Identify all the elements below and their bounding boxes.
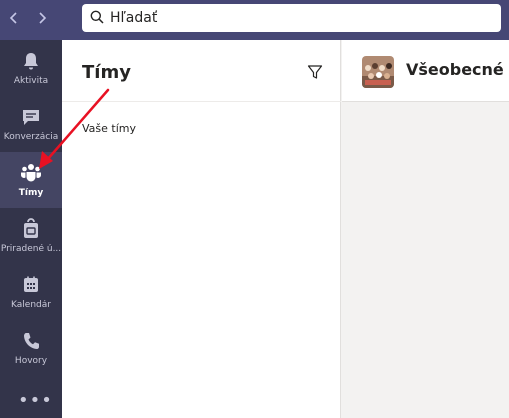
team-avatar[interactable] xyxy=(362,56,394,88)
chevron-right-icon xyxy=(39,12,47,24)
search-icon xyxy=(90,10,104,24)
page-title: Tímy xyxy=(82,62,131,83)
chevron-left-icon xyxy=(9,12,17,24)
bell-icon xyxy=(24,53,38,70)
chat-icon xyxy=(23,110,39,125)
search-input[interactable]: Hľadať xyxy=(82,4,501,32)
team-photo-icon xyxy=(362,56,394,88)
teams-icon xyxy=(21,164,41,182)
channel-view: Všeobecné xyxy=(342,40,509,418)
channel-header: Všeobecné xyxy=(342,40,509,102)
rail-item-label: Konverzácia xyxy=(3,132,59,142)
calendar-icon xyxy=(24,276,38,292)
more-apps-button[interactable]: ••• xyxy=(18,392,52,414)
top-bar: Hľadať xyxy=(0,0,509,40)
rail-item-label: Hovory xyxy=(14,356,48,366)
rail-item-calls[interactable]: Hovory xyxy=(0,320,62,376)
rail-item-chat[interactable]: Konverzácia xyxy=(0,96,62,152)
phone-icon xyxy=(24,333,39,349)
rail-item-calendar[interactable]: Kalendár xyxy=(0,264,62,320)
app-bar: Aktivita Konverzácia Tímy Priradené ú...… xyxy=(0,40,62,418)
forward-button[interactable] xyxy=(33,9,51,27)
rail-item-label: Aktivita xyxy=(13,76,49,86)
panel-header: Tímy xyxy=(62,40,341,102)
rail-item-activity[interactable]: Aktivita xyxy=(0,40,62,96)
search-placeholder: Hľadať xyxy=(110,10,158,26)
rail-item-label: Kalendár xyxy=(11,300,51,310)
rail-item-assignments[interactable]: Priradené ú... xyxy=(0,208,62,264)
back-button[interactable] xyxy=(5,9,23,27)
your-teams-label: Vaše tímy xyxy=(82,122,137,135)
filter-icon[interactable] xyxy=(307,64,323,80)
channel-title: Všeobecné xyxy=(406,60,504,79)
rail-item-label: Tímy xyxy=(18,188,44,198)
assignments-icon xyxy=(24,218,38,238)
rail-item-label: Priradené ú... xyxy=(0,244,62,254)
teams-panel: Tímy Vaše tímy xyxy=(62,40,341,418)
rail-item-teams[interactable]: Tímy xyxy=(0,152,62,208)
